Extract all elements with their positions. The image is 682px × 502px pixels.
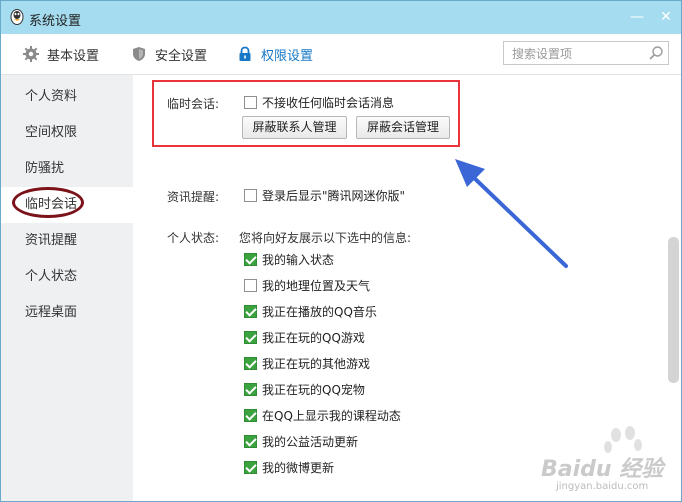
sidebar-item-anti-harassment[interactable]: 防骚扰	[1, 151, 133, 187]
block-contacts-button[interactable]: 屏蔽联系人管理	[242, 116, 347, 139]
status-option-text: 我的输入状态	[262, 253, 335, 267]
status-option-checkbox[interactable]	[244, 279, 257, 292]
sidebar-item-temporary-session[interactable]: 临时会话	[1, 187, 133, 223]
personal-status-label: 个人状态:	[167, 231, 220, 245]
tab-label: 安全设置	[155, 48, 208, 64]
status-option[interactable]: 我的微博更新	[244, 459, 334, 476]
tab-basic-settings[interactable]: 基本设置	[23, 34, 99, 74]
show-tencent-mini-checkbox[interactable]	[244, 189, 257, 202]
search-input[interactable]	[510, 45, 644, 63]
tab-label: 基本设置	[47, 48, 100, 64]
sidebar: 个人资料 空间权限 防骚扰 临时会话 资讯提醒 个人状态 远程桌面	[1, 75, 133, 501]
status-option-checkbox[interactable]	[244, 253, 257, 266]
watermark-url: jingyan.baidu.com	[556, 481, 649, 492]
status-option-text: 在QQ上显示我的课程动态	[262, 409, 401, 423]
status-option-text: 我正在玩的其他游戏	[262, 357, 371, 371]
sidebar-item-personal-profile[interactable]: 个人资料	[1, 79, 133, 115]
news-reminder-label: 资讯提醒:	[167, 190, 220, 204]
search-icon[interactable]	[648, 45, 664, 61]
status-option-checkbox[interactable]	[244, 435, 257, 448]
window-title: 系统设置	[29, 14, 82, 29]
sidebar-item-news-reminder[interactable]: 资讯提醒	[1, 223, 133, 259]
reject-temp-session-checkbox[interactable]	[244, 96, 257, 109]
status-option[interactable]: 我正在玩的QQ游戏	[244, 329, 365, 346]
tab-security-settings[interactable]: 安全设置	[131, 34, 207, 74]
gear-icon	[23, 46, 39, 62]
status-option-text: 我的公益活动更新	[262, 435, 359, 449]
settings-tabs: 基本设置 安全设置 权限设置	[1, 34, 681, 75]
status-option[interactable]: 我的输入状态	[244, 251, 334, 268]
minimize-button[interactable]: —	[629, 9, 645, 25]
status-option-checkbox[interactable]	[244, 383, 257, 396]
status-option[interactable]: 我的地理位置及天气	[244, 277, 370, 294]
lock-icon	[239, 46, 251, 61]
status-option[interactable]: 我的公益活动更新	[244, 433, 358, 450]
search-box[interactable]	[503, 41, 669, 65]
status-option-checkbox[interactable]	[244, 357, 257, 370]
status-option-checkbox[interactable]	[244, 305, 257, 318]
block-sessions-button[interactable]: 屏蔽会话管理	[356, 116, 450, 139]
personal-status-description: 您将向好友展示以下选中的信息:	[239, 231, 412, 245]
show-tencent-mini-option[interactable]: 登录后显示"腾讯网迷你版"	[244, 187, 405, 204]
temp-session-label: 临时会话:	[167, 97, 220, 111]
sidebar-item-space-permissions[interactable]: 空间权限	[1, 115, 133, 151]
sidebar-item-personal-status[interactable]: 个人状态	[1, 259, 133, 295]
tab-permission-settings[interactable]: 权限设置	[237, 34, 313, 74]
status-option[interactable]: 我正在玩的其他游戏	[244, 355, 370, 372]
status-option[interactable]: 我正在玩的QQ宠物	[244, 381, 365, 398]
reject-temp-session-text: 不接收任何临时会话消息	[262, 96, 395, 110]
status-option-checkbox[interactable]	[244, 409, 257, 422]
status-option-text: 我正在玩的QQ游戏	[262, 331, 365, 345]
status-option-text: 我的地理位置及天气	[262, 279, 371, 293]
status-option[interactable]: 我正在播放的QQ音乐	[244, 303, 377, 320]
status-option-text: 我正在播放的QQ音乐	[262, 305, 377, 319]
status-option-text: 我正在玩的QQ宠物	[262, 383, 365, 397]
show-tencent-mini-text: 登录后显示"腾讯网迷你版"	[262, 189, 406, 203]
status-option[interactable]: 在QQ上显示我的课程动态	[244, 407, 401, 424]
reject-temp-session-option[interactable]: 不接收任何临时会话消息	[244, 94, 394, 111]
watermark-brand: Baidu 经验	[541, 457, 664, 482]
qq-penguin-icon	[10, 9, 24, 25]
shield-icon	[133, 47, 145, 61]
status-option-text: 我的微博更新	[262, 461, 335, 475]
tab-label: 权限设置	[261, 48, 314, 64]
scrollbar-thumb[interactable]	[668, 237, 679, 383]
title-bar: 系统设置 — ✕	[1, 1, 681, 34]
close-button[interactable]: ✕	[658, 9, 674, 25]
status-option-checkbox[interactable]	[244, 331, 257, 344]
settings-content: 临时会话: 不接收任何临时会话消息 屏蔽联系人管理 屏蔽会话管理 资讯提醒: 登…	[133, 75, 681, 501]
status-option-checkbox[interactable]	[244, 461, 257, 474]
settings-window: 系统设置 — ✕ 基本设置 安全设置 权限设置 搜索设置项 个人资料 空间权限 …	[0, 0, 682, 502]
sidebar-item-remote-desktop[interactable]: 远程桌面	[1, 295, 133, 331]
